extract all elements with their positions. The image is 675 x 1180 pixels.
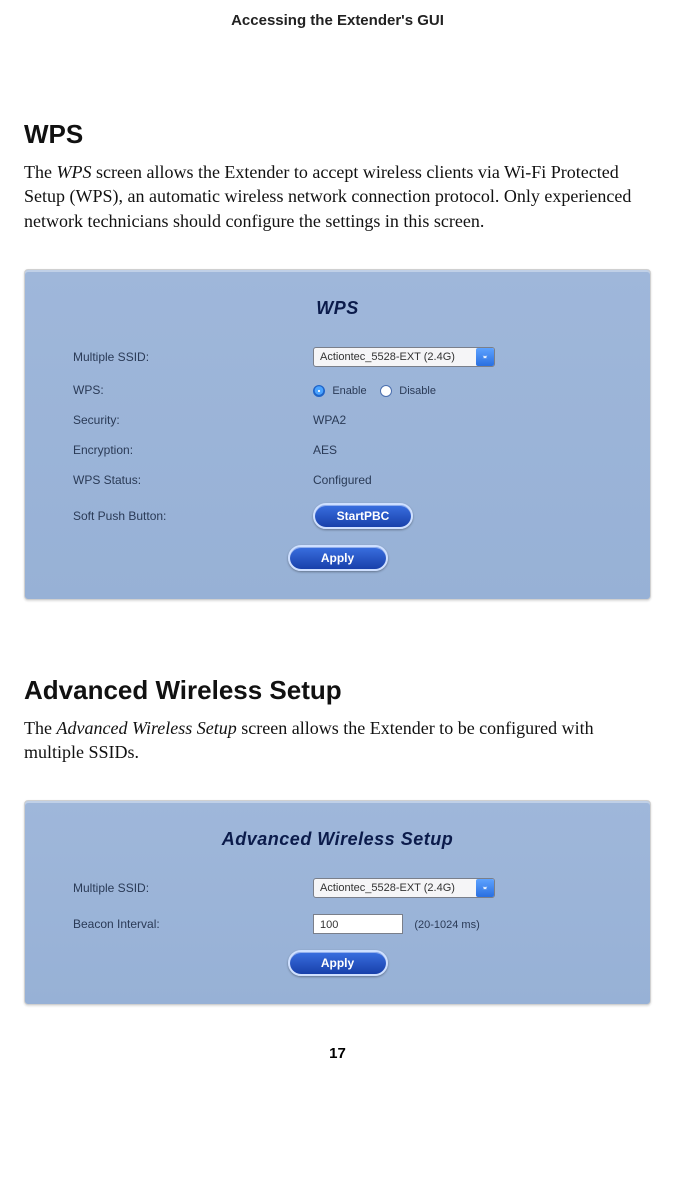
row-security: Security: WPA2 [53, 413, 622, 427]
wps-apply-button[interactable]: Apply [288, 545, 388, 571]
label-wps: WPS: [53, 383, 313, 397]
row2-multiple-ssid: Multiple SSID: Actiontec_5528-EXT (2.4G) [53, 878, 622, 898]
select2-multiple-ssid[interactable]: Actiontec_5528-EXT (2.4G) [313, 878, 495, 898]
hint-beacon: (20-1024 ms) [414, 919, 479, 931]
value-wps-status: Configured [313, 473, 622, 487]
section-wps-title: WPS [24, 119, 651, 150]
label-beacon: Beacon Interval: [53, 917, 313, 931]
label-security: Security: [53, 413, 313, 427]
value-security: WPA2 [313, 413, 622, 427]
row-soft-push: Soft Push Button: StartPBC [53, 503, 622, 529]
row-wps: WPS: Enable Disable [53, 383, 622, 397]
input-beacon-interval[interactable]: 100 [313, 914, 403, 934]
row-wps-status: WPS Status: Configured [53, 473, 622, 487]
select2-multiple-ssid-value: Actiontec_5528-EXT (2.4G) [320, 882, 470, 894]
advanced-panel-title: Advanced Wireless Setup [53, 829, 622, 850]
select-multiple-ssid[interactable]: Actiontec_5528-EXT (2.4G) [313, 347, 495, 367]
body2-text-pre: The [24, 718, 56, 738]
section-advanced-body: The Advanced Wireless Setup screen allow… [24, 716, 651, 765]
body-text-pre: The [24, 162, 56, 182]
radio-wps-disable[interactable] [380, 385, 392, 397]
advanced-apply-button[interactable]: Apply [288, 950, 388, 976]
startpbc-button[interactable]: StartPBC [313, 503, 413, 529]
body2-text-italic: Advanced Wireless Setup [56, 718, 236, 738]
row-beacon: Beacon Interval: 100 (20-1024 ms) [53, 914, 622, 934]
section-advanced-title: Advanced Wireless Setup [24, 675, 651, 706]
advanced-panel: Advanced Wireless Setup Multiple SSID: A… [24, 800, 651, 1005]
label-multiple-ssid: Multiple SSID: [53, 350, 313, 364]
chevron-down-icon [476, 879, 494, 897]
row-multiple-ssid: Multiple SSID: Actiontec_5528-EXT (2.4G) [53, 347, 622, 367]
chevron-down-icon [476, 348, 494, 366]
section-wps-body: The WPS screen allows the Extender to ac… [24, 160, 651, 233]
row-encryption: Encryption: AES [53, 443, 622, 457]
body-text-post: screen allows the Extender to accept wir… [24, 162, 631, 231]
label-wps-status: WPS Status: [53, 473, 313, 487]
radio-wps-enable-label: Enable [332, 385, 366, 397]
radio-wps-disable-label: Disable [399, 385, 436, 397]
wps-panel: WPS Multiple SSID: Actiontec_5528-EXT (2… [24, 269, 651, 600]
page-number: 17 [24, 1045, 651, 1062]
value-encryption: AES [313, 443, 622, 457]
select-multiple-ssid-value: Actiontec_5528-EXT (2.4G) [320, 351, 470, 363]
doc-header: Accessing the Extender's GUI [24, 12, 651, 29]
radio-wps-enable[interactable] [313, 385, 325, 397]
body-text-italic: WPS [56, 162, 91, 182]
label2-multiple-ssid: Multiple SSID: [53, 881, 313, 895]
wps-panel-title: WPS [53, 298, 622, 319]
label-soft-push: Soft Push Button: [53, 509, 313, 523]
label-encryption: Encryption: [53, 443, 313, 457]
